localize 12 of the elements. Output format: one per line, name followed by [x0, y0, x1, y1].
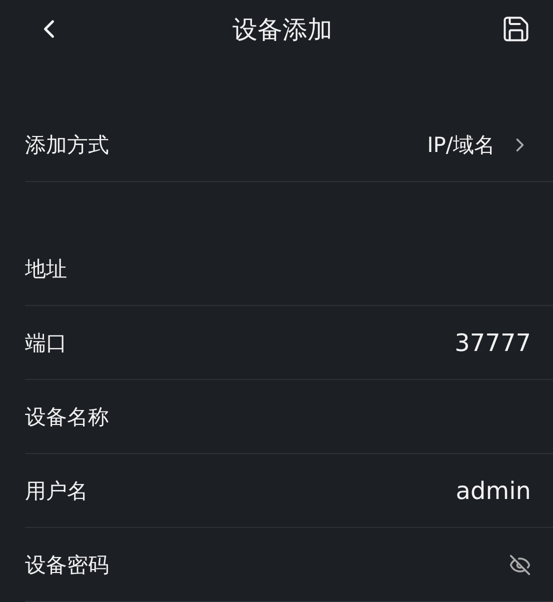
input-field[interactable]: 37777: [331, 328, 531, 356]
field-label: 地址: [25, 256, 67, 282]
field-label: 用户名: [25, 478, 88, 504]
eye-off-icon[interactable]: [509, 554, 531, 576]
screen-title: 设备添加: [232, 14, 332, 46]
input-field[interactable]: admin: [331, 476, 531, 504]
add-method-selector[interactable]: IP/域名: [427, 130, 531, 158]
save-icon[interactable]: [501, 14, 531, 44]
field-label: 设备密码: [25, 552, 109, 578]
field-label: 设备名称: [25, 404, 109, 430]
field-label: 添加方式: [25, 132, 109, 158]
field-label: 端口: [25, 330, 67, 356]
